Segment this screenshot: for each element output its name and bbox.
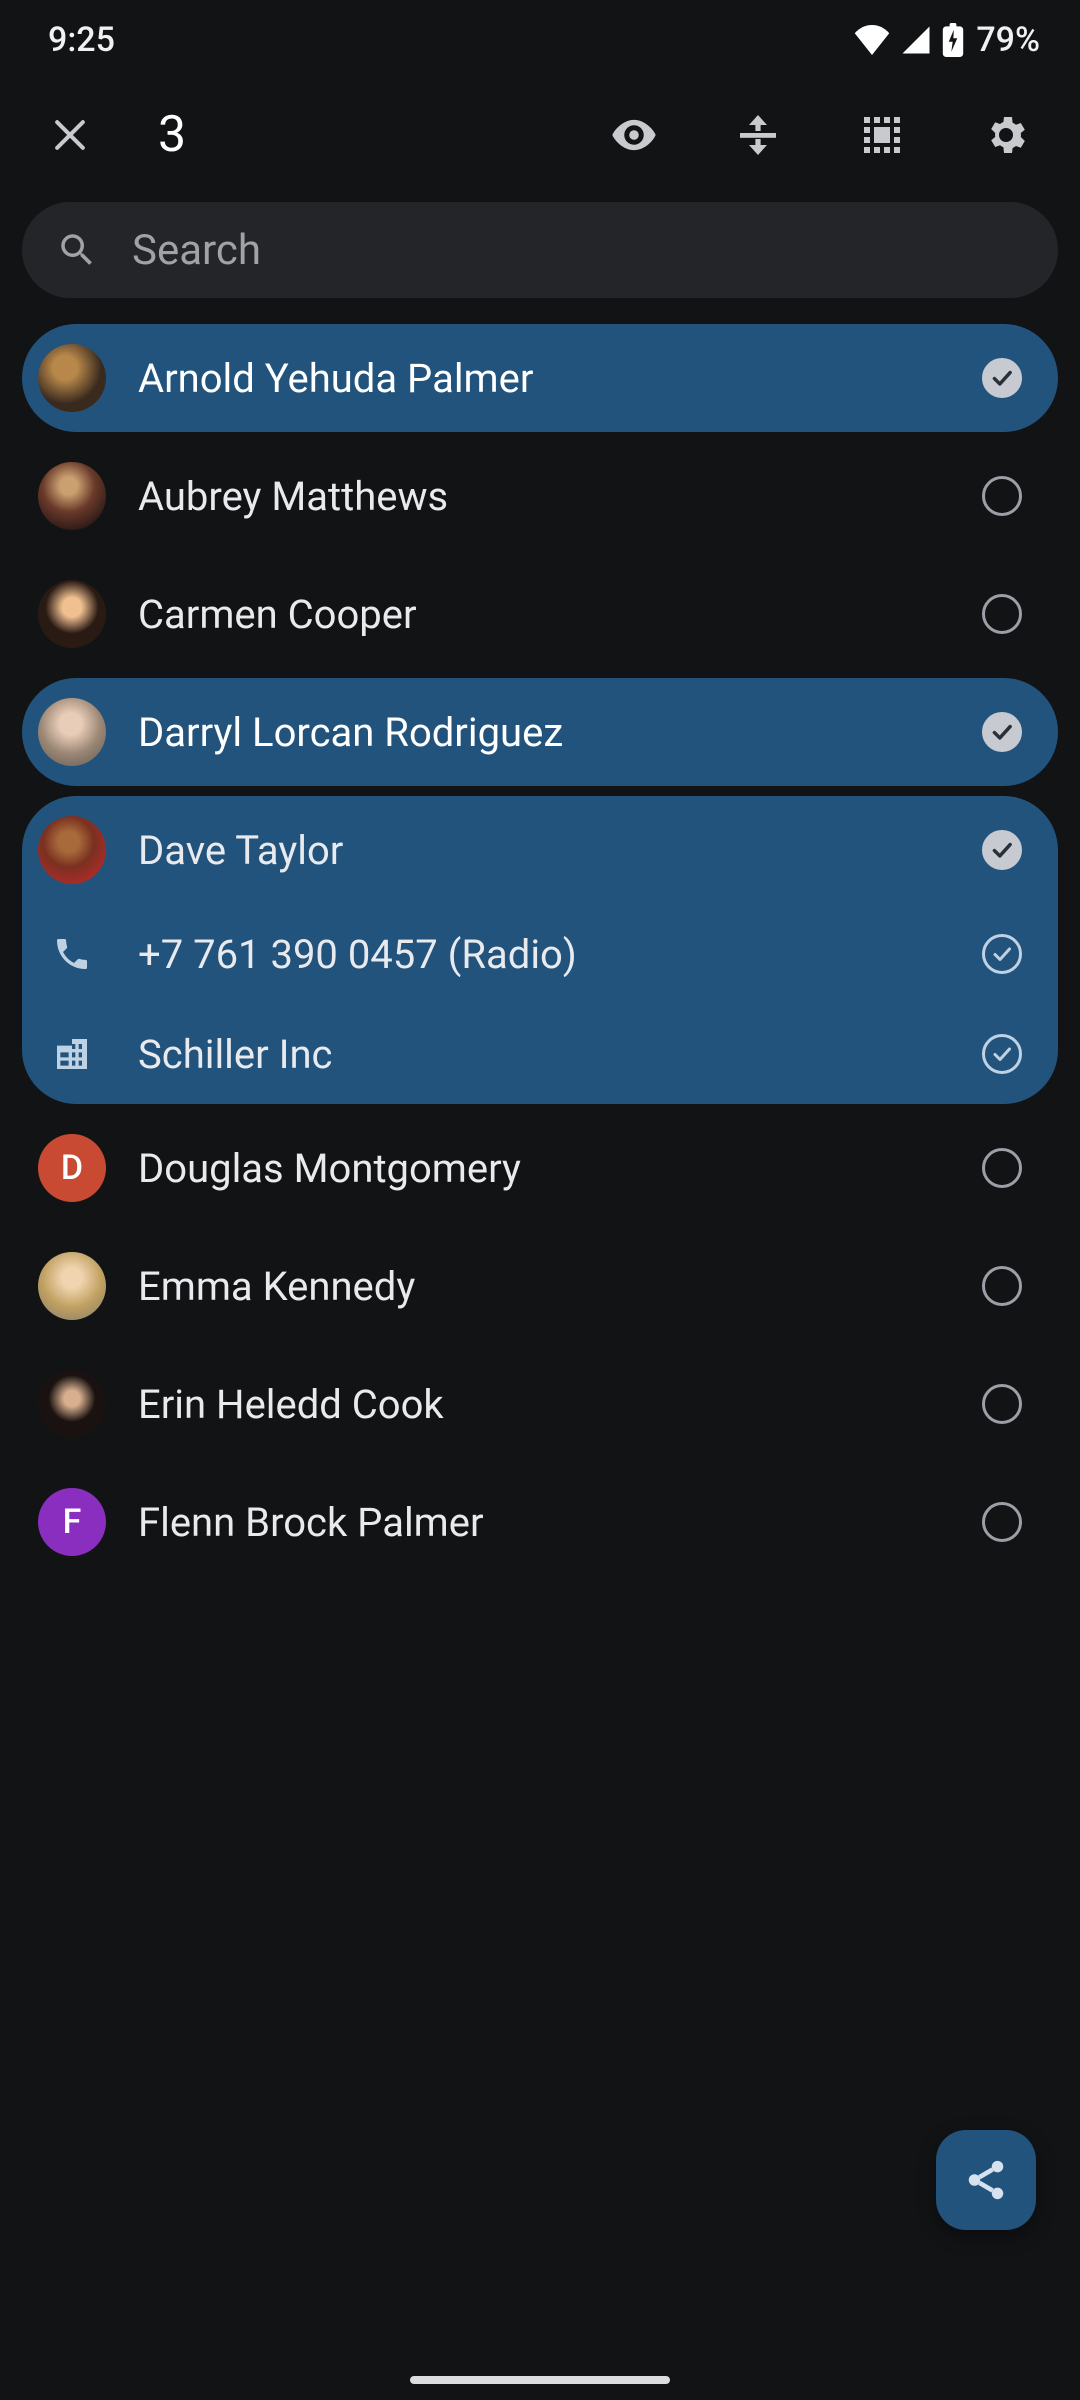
contact-name: Arnold Yehuda Palmer [138, 355, 950, 402]
avatar [38, 698, 106, 766]
building-icon [38, 1020, 106, 1088]
app-bar: 3 [0, 80, 1080, 190]
avatar [38, 1252, 106, 1320]
contact-dave-phone-row[interactable]: +7 761 390 0457 (Radio) [22, 904, 1058, 1004]
avatar [38, 344, 106, 412]
merge-icon [734, 111, 782, 159]
contact-name: Emma Kennedy [138, 1263, 950, 1310]
gear-icon [982, 111, 1030, 159]
contact-erin[interactable]: Erin Heledd Cook [22, 1350, 1058, 1458]
contact-name: Erin Heledd Cook [138, 1381, 950, 1428]
avatar-letter: F [38, 1488, 106, 1556]
avatar [38, 462, 106, 530]
contact-org: Schiller Inc [138, 1031, 950, 1078]
selection-checkbox[interactable] [982, 1148, 1022, 1188]
field-checkbox[interactable] [982, 1034, 1022, 1074]
contact-dave-org-row[interactable]: Schiller Inc [22, 1004, 1058, 1104]
gesture-nav-bar [410, 2376, 670, 2384]
contact-emma[interactable]: Emma Kennedy [22, 1232, 1058, 1340]
contact-list: Arnold Yehuda Palmer Aubrey Matthews Car… [0, 306, 1080, 1576]
selection-checkbox[interactable] [982, 476, 1022, 516]
avatar-letter: D [38, 1134, 106, 1202]
select-all-button[interactable] [842, 95, 922, 175]
contact-arnold[interactable]: Arnold Yehuda Palmer [22, 324, 1058, 432]
status-time: 9:25 [48, 20, 115, 60]
share-icon [963, 2157, 1009, 2203]
status-bar: 9:25 79% [0, 0, 1080, 80]
avatar [38, 580, 106, 648]
selection-checkbox[interactable] [982, 1384, 1022, 1424]
settings-button[interactable] [966, 95, 1046, 175]
merge-button[interactable] [718, 95, 798, 175]
selection-checkbox[interactable] [982, 830, 1022, 870]
selection-checkbox[interactable] [982, 1266, 1022, 1306]
contact-name: Aubrey Matthews [138, 473, 950, 520]
contact-name: Darryl Lorcan Rodriguez [138, 709, 950, 756]
contact-name: Douglas Montgomery [138, 1145, 950, 1192]
selection-checkbox[interactable] [982, 594, 1022, 634]
field-checkbox[interactable] [982, 934, 1022, 974]
share-fab[interactable] [936, 2130, 1036, 2230]
eye-icon [608, 109, 660, 161]
contact-name: Flenn Brock Palmer [138, 1499, 950, 1546]
contact-flenn[interactable]: F Flenn Brock Palmer [22, 1468, 1058, 1576]
contact-name: Carmen Cooper [138, 591, 950, 638]
contact-phone: +7 761 390 0457 (Radio) [138, 931, 950, 978]
search-input[interactable]: Search [22, 202, 1058, 298]
search-icon [56, 229, 98, 271]
status-battery-pct: 79% [976, 20, 1040, 60]
close-button[interactable] [30, 95, 110, 175]
selection-count: 3 [158, 106, 186, 164]
phone-icon [38, 920, 106, 988]
contact-dave[interactable]: Dave Taylor [22, 796, 1058, 904]
battery-charging-icon [942, 23, 964, 57]
selection-checkbox[interactable] [982, 358, 1022, 398]
contact-dave-card: Dave Taylor +7 761 390 0457 (Radio) Schi… [22, 796, 1058, 1104]
contact-darryl[interactable]: Darryl Lorcan Rodriguez [22, 678, 1058, 786]
wifi-icon [854, 25, 890, 55]
avatar [38, 816, 106, 884]
search-placeholder: Search [132, 226, 261, 275]
status-icons: 79% [854, 20, 1040, 60]
contact-name: Dave Taylor [138, 827, 950, 874]
contact-carmen[interactable]: Carmen Cooper [22, 560, 1058, 668]
selection-checkbox[interactable] [982, 1502, 1022, 1542]
close-icon [48, 113, 92, 157]
selection-checkbox[interactable] [982, 712, 1022, 752]
visibility-button[interactable] [594, 95, 674, 175]
select-all-icon [858, 111, 906, 159]
avatar [38, 1370, 106, 1438]
contact-douglas[interactable]: D Douglas Montgomery [22, 1114, 1058, 1222]
cellular-icon [900, 25, 932, 55]
contact-aubrey[interactable]: Aubrey Matthews [22, 442, 1058, 550]
